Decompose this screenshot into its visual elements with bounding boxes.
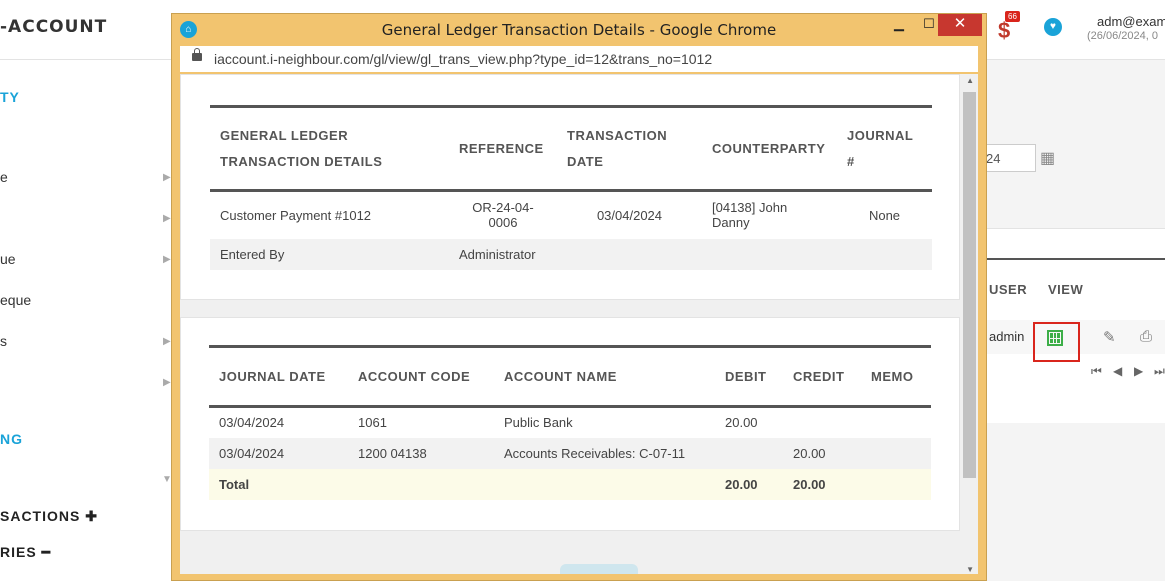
chevron-right-icon: ▶ bbox=[163, 213, 171, 224]
entry-memo bbox=[861, 407, 931, 438]
entries-header-account-code: ACCOUNT CODE bbox=[358, 368, 471, 384]
table-row: 03/04/2024 1061 Public Bank 20.00 bbox=[209, 407, 931, 438]
chevron-right-icon: ▶ bbox=[163, 336, 171, 347]
total-label: Total bbox=[219, 476, 250, 492]
total-debit: 20.00 bbox=[725, 476, 758, 492]
entry-credit: 20.00 bbox=[793, 445, 826, 461]
summary-header-transaction-date: TRANSACTION DATE bbox=[567, 127, 668, 169]
entries-header-credit: CREDIT bbox=[793, 368, 845, 384]
summary-header-counterparty: COUNTERPARTY bbox=[712, 140, 826, 156]
calendar-icon[interactable]: ▦ bbox=[1040, 148, 1055, 168]
last-page-icon[interactable]: ⏭ bbox=[1154, 364, 1165, 379]
bottom-scroll-tab[interactable] bbox=[560, 564, 638, 574]
summary-journal: None bbox=[868, 207, 901, 223]
empty-cell bbox=[494, 469, 715, 500]
url-text[interactable]: iaccount.i-neighbour.com/gl/view/gl_tran… bbox=[214, 51, 712, 67]
entry-account-code: 1200 04138 bbox=[358, 445, 427, 461]
entry-memo bbox=[861, 438, 931, 469]
sidebar-item[interactable]: ue bbox=[0, 251, 16, 267]
entries-header-memo: MEMO bbox=[871, 368, 914, 384]
table-row: Customer Payment #1012 OR-24-04-0006 03/… bbox=[210, 191, 932, 239]
table-row: 03/04/2024 1200 04138 Accounts Receivabl… bbox=[209, 437, 931, 469]
notification-count-badge: 66 bbox=[1005, 11, 1020, 22]
chevron-right-icon: ▶ bbox=[163, 377, 171, 388]
scroll-up-icon[interactable]: ▲ bbox=[966, 76, 974, 85]
scrollbar-thumb[interactable] bbox=[963, 92, 976, 478]
brand-logo[interactable]: -ACCOUNT bbox=[0, 17, 107, 37]
transaction-summary-table: GENERAL LEDGER TRANSACTION DETAILS REFER… bbox=[210, 105, 932, 270]
table-row: Entered By Administrator bbox=[210, 238, 932, 270]
table-header-divider bbox=[986, 258, 1165, 260]
user-login-date: (26/06/2024, 0 bbox=[1087, 30, 1158, 42]
summary-counterparty: [04138] John Danny bbox=[712, 200, 788, 231]
entry-account-name: Public Bank bbox=[504, 415, 573, 431]
user-email[interactable]: adm@exam bbox=[1097, 14, 1165, 29]
sidebar-inquiries-toggle[interactable]: RIES ━ bbox=[0, 544, 51, 561]
entry-date: 03/04/2024 bbox=[219, 445, 285, 461]
heart-icon[interactable]: ♥ bbox=[1044, 18, 1062, 36]
total-row: Total 20.00 20.00 bbox=[209, 468, 931, 500]
print-icon[interactable]: ⎙ bbox=[1140, 328, 1152, 345]
sidebar: TY e ▶ ▶ ue ▶ eque s ▶ ▶ NG ▼ SACTIONS ✚… bbox=[0, 60, 176, 581]
minimize-button[interactable]: ▁ bbox=[884, 14, 914, 36]
chevron-right-icon: ▶ bbox=[163, 254, 171, 265]
column-header-view: VIEW bbox=[1048, 282, 1084, 297]
summary-transaction-date: 03/04/2024 bbox=[596, 207, 663, 223]
next-page-icon[interactable]: ▶ bbox=[1134, 364, 1143, 378]
address-bar[interactable]: iaccount.i-neighbour.com/gl/view/gl_tran… bbox=[180, 46, 978, 72]
sidebar-item[interactable]: TY bbox=[0, 89, 20, 105]
vertical-scrollbar[interactable]: ▲ ▼ bbox=[961, 74, 978, 574]
summary-description: Customer Payment #1012 bbox=[220, 207, 372, 223]
entered-by-label: Entered By bbox=[220, 246, 285, 262]
first-page-icon[interactable]: ⏮ bbox=[1091, 364, 1102, 379]
entries-header-account-name: ACCOUNT NAME bbox=[504, 368, 617, 384]
prev-page-icon[interactable]: ◀ bbox=[1113, 364, 1122, 378]
lock-icon[interactable] bbox=[192, 48, 202, 61]
entry-credit bbox=[783, 407, 861, 438]
total-credit: 20.00 bbox=[793, 476, 826, 492]
journal-entries-table: JOURNAL DATE ACCOUNT CODE ACCOUNT NAME D… bbox=[209, 345, 931, 500]
entered-by-value: Administrator bbox=[459, 246, 536, 262]
summary-header-reference: REFERENCE bbox=[459, 140, 544, 156]
entry-debit bbox=[715, 438, 783, 469]
popup-titlebar[interactable]: ⌂ General Ledger Transaction Details - G… bbox=[172, 14, 986, 44]
popup-window: ⌂ General Ledger Transaction Details - G… bbox=[171, 13, 987, 581]
date-input[interactable]: 24 bbox=[986, 144, 1036, 172]
column-header-user: USER bbox=[989, 282, 1028, 297]
pencil-icon[interactable]: ✎ bbox=[1103, 328, 1116, 346]
entry-account-code: 1061 bbox=[358, 415, 387, 431]
entry-account-name: Accounts Receivables: C-07-11 bbox=[504, 445, 686, 461]
calculator-icon[interactable] bbox=[1047, 330, 1063, 346]
entries-header-journal-date: JOURNAL DATE bbox=[219, 368, 326, 384]
sidebar-item[interactable]: e bbox=[0, 169, 8, 185]
sidebar-item[interactable]: eque bbox=[0, 292, 31, 308]
summary-header-journal: JOURNAL # bbox=[847, 127, 914, 169]
entry-date: 03/04/2024 bbox=[219, 415, 285, 431]
transaction-summary-card: GENERAL LEDGER TRANSACTION DETAILS REFER… bbox=[180, 74, 960, 300]
chevron-right-icon: ▶ bbox=[163, 172, 171, 183]
sidebar-section-label[interactable]: NG bbox=[0, 431, 23, 447]
entry-debit: 20.00 bbox=[725, 415, 758, 431]
empty-cell bbox=[348, 469, 494, 500]
empty-cell bbox=[861, 469, 931, 500]
popup-title: General Ledger Transaction Details - Goo… bbox=[381, 21, 777, 39]
close-button[interactable]: ✕ bbox=[938, 14, 982, 36]
sidebar-transactions-toggle[interactable]: SACTIONS ✚ bbox=[0, 508, 98, 525]
entries-header-debit: DEBIT bbox=[725, 368, 767, 384]
sidebar-item[interactable]: s bbox=[0, 333, 7, 349]
page-viewport: GENERAL LEDGER TRANSACTION DETAILS REFER… bbox=[180, 74, 978, 574]
row-user-cell: admin bbox=[989, 329, 1025, 344]
summary-header-details: GENERAL LEDGER TRANSACTION DETAILS bbox=[220, 127, 383, 169]
scroll-down-icon[interactable]: ▼ bbox=[966, 565, 974, 574]
summary-reference: OR-24-04-0006 bbox=[472, 200, 534, 231]
